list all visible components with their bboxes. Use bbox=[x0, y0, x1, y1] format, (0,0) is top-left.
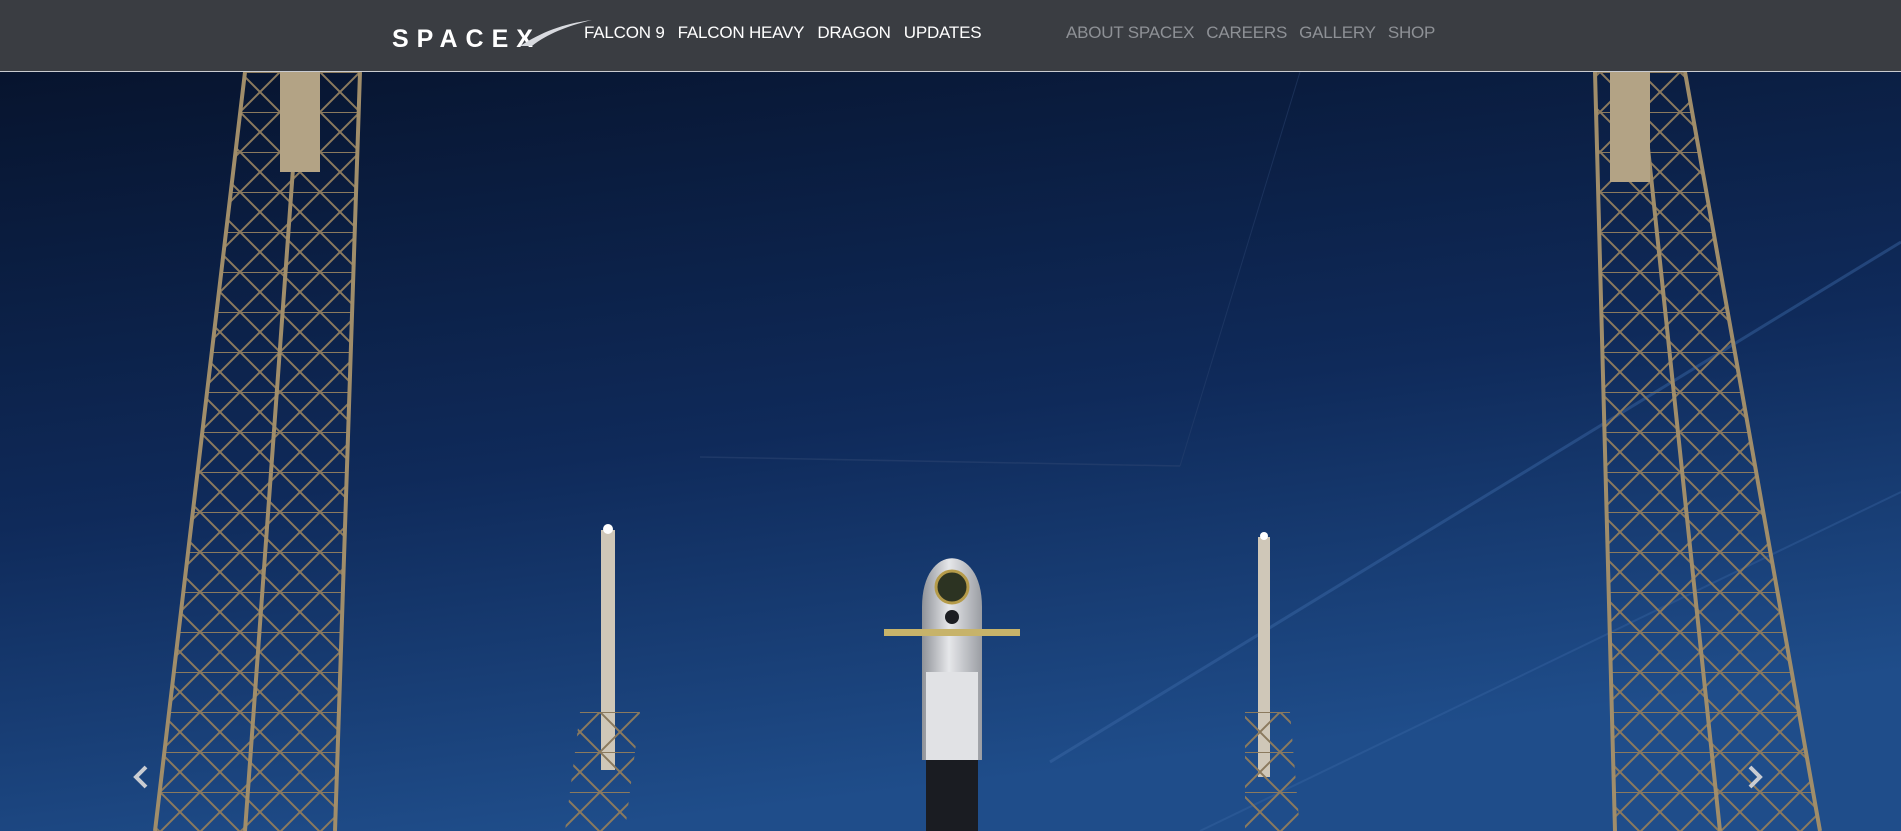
nav-dragon[interactable]: DRAGON bbox=[817, 23, 891, 43]
carousel-prev-button[interactable] bbox=[126, 760, 156, 794]
nav-falcon-9[interactable]: FALCON 9 bbox=[584, 23, 665, 43]
spacex-logo[interactable]: SPACEX bbox=[392, 18, 592, 53]
nav-gallery[interactable]: GALLERY bbox=[1299, 23, 1376, 43]
nav-shop[interactable]: SHOP bbox=[1388, 23, 1436, 43]
top-navbar: SPACEX FALCON 9 FALCON HEAVY DRAGON UPDA… bbox=[0, 0, 1901, 72]
chevron-left-icon bbox=[133, 765, 148, 789]
hero-launch-pad-image bbox=[0, 72, 1901, 831]
logo-wordmark: SPACEX bbox=[392, 25, 541, 52]
nav-about-spacex[interactable]: ABOUT SPACEX bbox=[1066, 23, 1194, 43]
hero-carousel bbox=[0, 72, 1901, 831]
nav-updates[interactable]: UPDATES bbox=[904, 23, 982, 43]
primary-nav: FALCON 9 FALCON HEAVY DRAGON UPDATES bbox=[584, 23, 994, 43]
nav-careers[interactable]: CAREERS bbox=[1206, 23, 1287, 43]
chevron-right-icon bbox=[1748, 765, 1763, 789]
secondary-nav: ABOUT SPACEX CAREERS GALLERY SHOP bbox=[1066, 23, 1447, 43]
carousel-next-button[interactable] bbox=[1740, 760, 1770, 794]
nav-falcon-heavy[interactable]: FALCON HEAVY bbox=[678, 23, 805, 43]
